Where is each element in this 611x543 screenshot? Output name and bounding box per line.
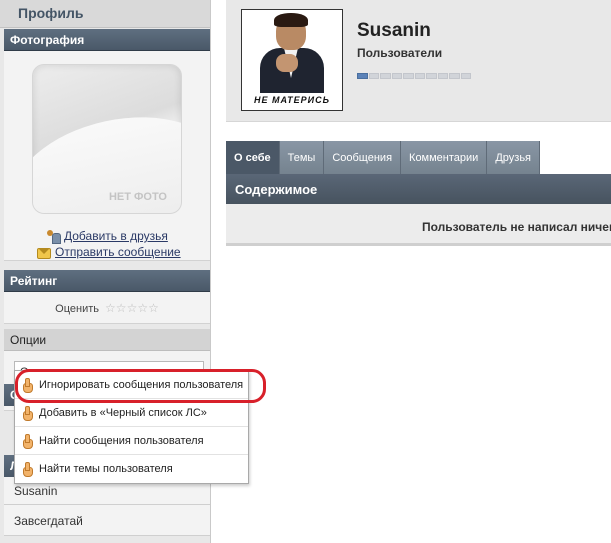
- profile-tabs: О себе Темы Сообщения Комментарии Друзья: [226, 141, 541, 174]
- reputation-segment: [380, 73, 391, 79]
- reputation-segment: [426, 73, 437, 79]
- tab-4[interactable]: Комментарии: [401, 141, 488, 174]
- reputation-segment: [449, 73, 460, 79]
- profile-photo-placeholder: НЕТ ФОТО: [32, 64, 182, 214]
- menu-item-label: Найти темы пользователя: [39, 463, 173, 475]
- hand-icon: [21, 377, 33, 393]
- menu-item-label: Добавить в «Черный список ЛС»: [39, 406, 207, 419]
- reputation-segment: [437, 73, 448, 79]
- profile-header: НЕ МАТЕРИСЬ Susanin Пользователи: [226, 0, 611, 122]
- reputation-segment: [357, 73, 368, 79]
- no-photo-label: НЕТ ФОТО: [108, 191, 167, 203]
- add-friend-icon: [46, 229, 61, 244]
- tab-1[interactable]: О себе: [226, 141, 280, 174]
- hand-icon: [21, 433, 33, 449]
- reputation-segment: [414, 73, 425, 79]
- photo-section-header: Фотография: [4, 29, 210, 51]
- reputation-segment: [368, 73, 379, 79]
- avatar-figure-hair: [274, 13, 308, 27]
- sidebar-title: Профиль: [0, 0, 210, 28]
- add-friend-link[interactable]: Добавить в друзья: [46, 229, 168, 244]
- profile-user-group: Пользователи: [357, 46, 443, 60]
- menu-item-find-topics[interactable]: Найти темы пользователя: [15, 455, 248, 483]
- rate-label: Оценить: [55, 303, 99, 315]
- rating-section: Оценить ☆☆☆☆☆: [4, 292, 210, 324]
- reputation-segment: [460, 73, 471, 79]
- envelope-icon: [37, 247, 51, 259]
- content-header: Содержимое: [226, 174, 611, 204]
- menu-item-label: Найти сообщения пользователя: [39, 434, 204, 447]
- user-avatar: НЕ МАТЕРИСЬ: [241, 9, 343, 111]
- tab-3[interactable]: Сообщения: [324, 141, 402, 174]
- tab-5[interactable]: Друзья: [487, 141, 541, 174]
- menu-item-ignore-user[interactable]: Игнорировать сообщения пользователя: [15, 371, 248, 399]
- rating-section-header: Рейтинг: [4, 270, 210, 292]
- rating-stars[interactable]: ☆☆☆☆☆: [105, 301, 159, 315]
- avatar-caption: НЕ МАТЕРИСЬ: [254, 95, 330, 105]
- options-dropdown-menu: Игнорировать сообщения пользователя Доба…: [14, 370, 249, 484]
- profile-username: Susanin: [357, 20, 431, 41]
- send-message-label: Отправить сообщение: [55, 245, 181, 259]
- menu-item-find-posts[interactable]: Найти сообщения пользователя: [15, 427, 248, 455]
- reputation-segment: [391, 73, 402, 79]
- content-empty-message: Пользователь не написал ничего: [226, 204, 611, 246]
- avatar-figure-hand: [276, 54, 298, 72]
- sidebar-item-rank: Завсегдатай: [4, 505, 210, 536]
- reputation-segment: [403, 73, 414, 79]
- send-message-link[interactable]: Отправить сообщение: [37, 245, 181, 259]
- photo-section: НЕТ ФОТО Добавить в друзья Отправить соо…: [4, 51, 210, 261]
- menu-item-label: Игнорировать сообщения пользователя: [39, 378, 244, 391]
- tab-2[interactable]: Темы: [279, 141, 325, 174]
- hand-icon: [21, 462, 33, 477]
- add-friend-label: Добавить в друзья: [64, 229, 168, 243]
- menu-item-blacklist[interactable]: Добавить в «Черный список ЛС»: [15, 399, 248, 427]
- reputation-bar: [357, 73, 471, 79]
- options-section-header: Опции: [4, 329, 210, 351]
- hand-icon: [21, 405, 33, 421]
